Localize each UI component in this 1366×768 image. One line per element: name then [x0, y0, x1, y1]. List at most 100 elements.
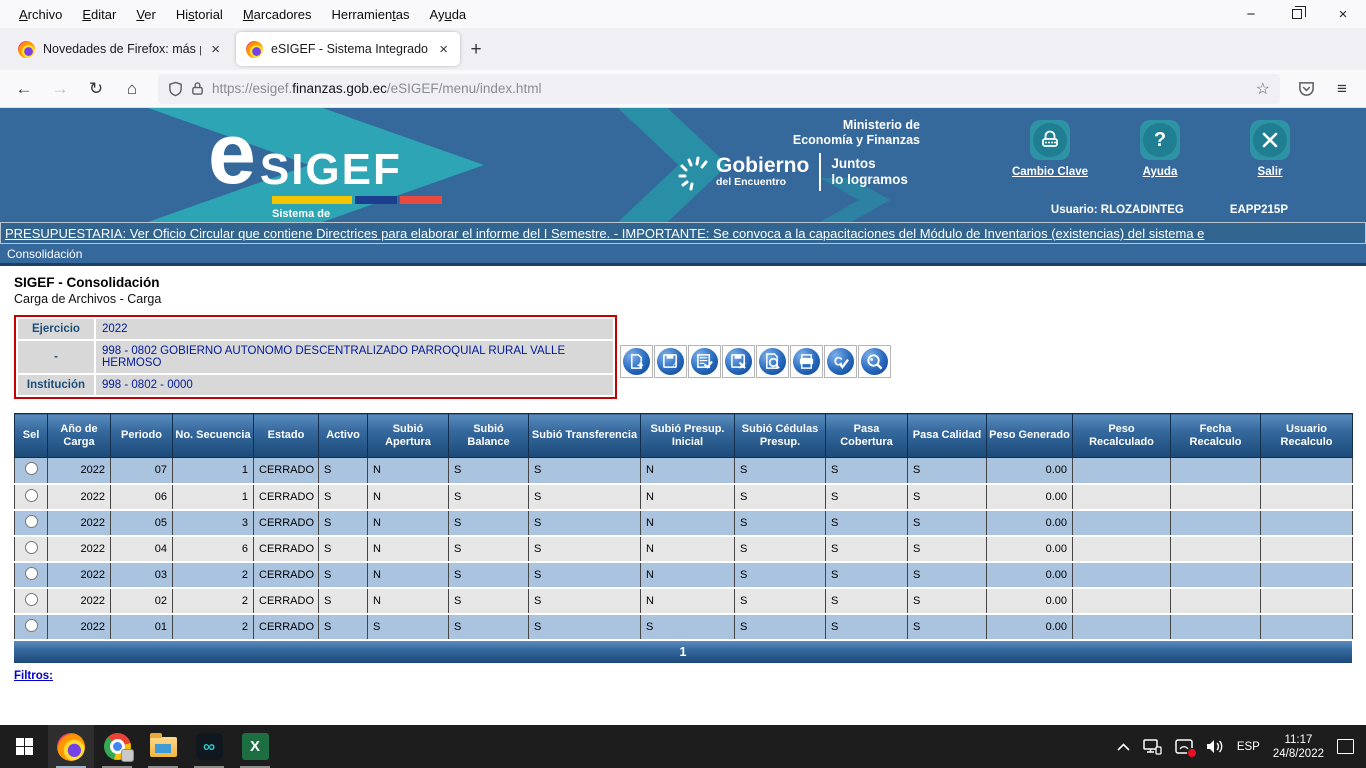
notification-app-icon[interactable]: [1175, 739, 1193, 755]
screen: ArchivoEditarVerHistorialMarcadoresHerra…: [0, 0, 1366, 768]
context-value: 998 - 0802 GOBIERNO AUTONOMO DESCENTRALI…: [96, 341, 613, 373]
notice-ticker[interactable]: PRESUPUESTARIA: Ver Oficio Circular que …: [0, 222, 1366, 244]
table-cell: 2022: [48, 536, 111, 562]
page-number[interactable]: 1: [680, 645, 687, 659]
network-icon[interactable]: [1143, 739, 1162, 755]
url-text[interactable]: https://esigef.finanzas.gob.ec/eSIGEF/me…: [212, 81, 1248, 96]
taskbar-explorer[interactable]: [140, 725, 186, 768]
folder-icon: [150, 737, 177, 757]
browser-tab-1[interactable]: Novedades de Firefox: más priva ×: [8, 32, 232, 66]
shield-icon[interactable]: [168, 81, 183, 97]
menu-ayuda[interactable]: Ayuda: [421, 3, 476, 26]
cambio-clave-button[interactable]: Cambio Clave: [1012, 120, 1088, 178]
column-header: Sel: [15, 414, 48, 458]
excel-icon: X: [242, 733, 269, 760]
new-document-button[interactable]: [620, 345, 653, 378]
table-cell: N: [641, 484, 735, 510]
table-cell: [1073, 484, 1171, 510]
row-select-radio[interactable]: [25, 619, 38, 632]
minimize-button[interactable]: −: [1228, 0, 1274, 28]
lock-icon[interactable]: [191, 81, 204, 96]
table-cell: 01: [111, 614, 173, 640]
back-button[interactable]: ←: [8, 74, 40, 104]
system-tray: ESP 11:17 24/8/2022: [1117, 725, 1366, 768]
taskbar-chrome[interactable]: [94, 725, 140, 768]
action-label[interactable]: Salir: [1258, 166, 1283, 178]
table-cell: [1171, 484, 1261, 510]
menu-ver[interactable]: Ver: [127, 3, 165, 26]
url-bar[interactable]: https://esigef.finanzas.gob.ec/eSIGEF/me…: [158, 74, 1280, 104]
table-cell: S: [826, 562, 908, 588]
row-select-radio[interactable]: [25, 489, 38, 502]
table-row: 2022012CERRADOSSSSSSSS0.00: [15, 614, 1353, 640]
tray-expand-icon[interactable]: [1117, 743, 1130, 751]
filters-link[interactable]: Filtros:: [14, 670, 53, 682]
salir-button[interactable]: Salir: [1232, 120, 1308, 178]
close-window-button[interactable]: ×: [1320, 0, 1366, 28]
column-header: Fecha Recalculo: [1171, 414, 1261, 458]
table-cell: S: [449, 562, 529, 588]
action-label[interactable]: Cambio Clave: [1012, 166, 1088, 178]
row-select-radio[interactable]: [25, 567, 38, 580]
forward-button[interactable]: →: [44, 74, 76, 104]
table-cell: N: [641, 562, 735, 588]
new-tab-button[interactable]: +: [460, 34, 492, 66]
table-cell: S: [529, 458, 641, 484]
table-row: 2022046CERRADOSNSSNSSS0.00: [15, 536, 1353, 562]
menu-marcadores[interactable]: Marcadores: [234, 3, 321, 26]
tab-close-icon[interactable]: ×: [209, 41, 222, 58]
validate-button[interactable]: C: [824, 345, 857, 378]
table-cell: S: [826, 458, 908, 484]
menu-archivo[interactable]: Archivo: [10, 3, 71, 26]
save-upload-button[interactable]: [654, 345, 687, 378]
reload-button[interactable]: ↻: [80, 74, 112, 104]
table-cell: [1261, 588, 1353, 614]
table-cell: S: [826, 484, 908, 510]
bookmark-star-icon[interactable]: ☆: [1256, 79, 1270, 99]
column-header: Estado: [254, 414, 319, 458]
table-cell: [1171, 562, 1261, 588]
table-cell: CERRADO: [254, 588, 319, 614]
table-cell: S: [319, 562, 368, 588]
tab-title: Novedades de Firefox: más priva: [43, 42, 201, 56]
action-label[interactable]: Ayuda: [1143, 166, 1178, 178]
ayuda-button[interactable]: ?Ayuda: [1122, 120, 1198, 178]
taskbar-firefox[interactable]: [48, 725, 94, 768]
language-indicator[interactable]: ESP: [1237, 741, 1260, 753]
menu-editar[interactable]: Editar: [73, 3, 125, 26]
restore-icon: [1292, 9, 1302, 19]
volume-icon[interactable]: [1206, 739, 1224, 754]
restore-button[interactable]: [1274, 0, 1320, 28]
pocket-icon[interactable]: [1290, 74, 1322, 104]
save-delete-button[interactable]: [722, 345, 755, 378]
recalculate-search-button[interactable]: [858, 345, 891, 378]
row-select-radio[interactable]: [25, 462, 38, 475]
column-header: Pasa Calidad: [908, 414, 987, 458]
home-button[interactable]: ⌂: [116, 74, 148, 104]
table-cell: 2022: [48, 588, 111, 614]
clock[interactable]: 11:17 24/8/2022: [1273, 733, 1324, 761]
menu-items: ArchivoEditarVerHistorialMarcadoresHerra…: [0, 3, 475, 26]
table-cell: 2: [173, 614, 254, 640]
table-cell: S: [735, 484, 826, 510]
menu-herramientas[interactable]: Herramientas: [322, 3, 418, 26]
start-button[interactable]: [0, 725, 48, 768]
menu-historial[interactable]: Historial: [167, 3, 232, 26]
taskbar-webex[interactable]: ∞: [186, 725, 232, 768]
tab-close-icon[interactable]: ×: [437, 41, 450, 58]
document-search-button[interactable]: [756, 345, 789, 378]
print-button[interactable]: [790, 345, 823, 378]
chrome-badge: [121, 749, 134, 762]
form-check-button[interactable]: [688, 345, 721, 378]
select-cell: [15, 536, 48, 562]
row-select-radio[interactable]: [25, 593, 38, 606]
row-select-radio[interactable]: [25, 541, 38, 554]
hamburger-menu-icon[interactable]: ≡: [1326, 74, 1358, 104]
tab-title: eSIGEF - Sistema Integrado de Gestió: [271, 42, 429, 56]
browser-tab-2[interactable]: eSIGEF - Sistema Integrado de Gestió ×: [236, 32, 460, 66]
action-center-icon[interactable]: [1337, 739, 1354, 754]
row-select-radio[interactable]: [25, 515, 38, 528]
taskbar-excel[interactable]: X: [232, 725, 278, 768]
table-cell: S: [826, 536, 908, 562]
table-cell: 0.00: [987, 458, 1073, 484]
